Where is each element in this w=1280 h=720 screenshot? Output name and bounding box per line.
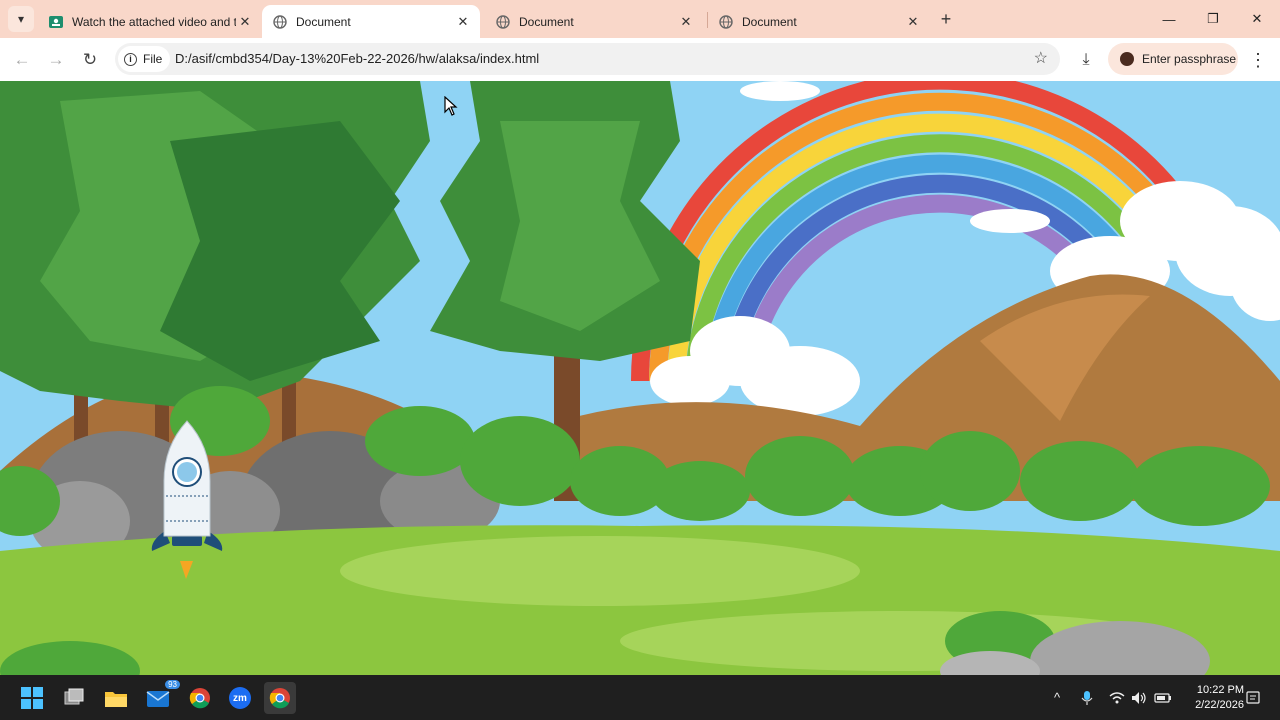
volume-icon[interactable] <box>1128 675 1150 720</box>
nature-scene-illustration <box>0 81 1280 675</box>
close-icon[interactable]: ✕ <box>904 13 922 31</box>
profile-button[interactable]: Enter passphrase <box>1108 43 1238 75</box>
browser-toolbar: ← → ↻ i File D:/asif/cmbd354/Day-13%20Fe… <box>0 38 1280 81</box>
globe-icon <box>272 14 288 30</box>
clock-time: 10:22 PM <box>1196 684 1244 696</box>
wifi-icon[interactable] <box>1106 675 1128 720</box>
tab-title: Document <box>296 14 351 29</box>
menu-button[interactable]: ⋮ <box>1244 46 1272 74</box>
window-close-button[interactable]: ✕ <box>1235 0 1279 38</box>
tab-document-2[interactable]: Document ✕ <box>485 5 703 38</box>
bookmark-star-icon[interactable]: ☆ <box>1034 43 1048 75</box>
globe-icon <box>495 14 511 30</box>
download-icon[interactable]: ⤓ <box>1072 46 1100 74</box>
tab-title: Watch the attached video and t <box>72 14 236 29</box>
close-icon[interactable]: ✕ <box>454 13 472 31</box>
mail-app-button[interactable]: 93 <box>142 680 180 714</box>
info-icon: i <box>124 52 137 66</box>
tab-document-active[interactable]: Document ✕ <box>262 5 480 38</box>
tab-document-3[interactable]: Document ✕ <box>708 5 930 38</box>
chrome-profile-button[interactable] <box>184 682 216 714</box>
tab-strip: ▾ Watch the attached video and t ✕ Docum… <box>0 0 1280 38</box>
page-content <box>0 81 1280 675</box>
mail-badge: 93 <box>165 680 180 689</box>
chrome-active-button[interactable] <box>264 682 296 714</box>
site-info-label: File <box>143 52 163 66</box>
battery-icon[interactable] <box>1152 675 1174 720</box>
classroom-icon <box>48 14 64 30</box>
folder-icon <box>105 692 127 707</box>
tab-title: Document <box>742 14 797 29</box>
globe-icon <box>718 14 734 30</box>
task-view-icon <box>64 688 84 705</box>
tab-watch-video[interactable]: Watch the attached video and t ✕ <box>38 5 262 38</box>
zoom-icon: zm <box>229 687 251 709</box>
clock-date: 2/22/2026 <box>1195 699 1244 711</box>
forward-button[interactable]: → <box>42 46 70 74</box>
windows-logo-icon <box>21 687 43 709</box>
system-clock[interactable]: 10:22 PM 2/22/2026 <box>1176 683 1244 713</box>
tray-overflow-button[interactable]: ^ <box>1046 675 1068 720</box>
task-view-button[interactable] <box>58 682 90 714</box>
url-text[interactable]: D:/asif/cmbd354/Day-13%20Feb-22-2026/hw/… <box>175 43 539 75</box>
chrome-icon <box>269 688 290 709</box>
mail-icon <box>146 691 170 707</box>
mouse-cursor-icon <box>444 96 458 116</box>
file-explorer-button[interactable] <box>100 682 132 714</box>
close-icon[interactable]: ✕ <box>236 13 254 31</box>
chrome-icon <box>189 688 210 709</box>
tab-title: Document <box>519 14 574 29</box>
profile-label: Enter passphrase <box>1142 52 1237 66</box>
tab-search-button[interactable]: ▾ <box>8 6 34 32</box>
grass-highlight <box>340 536 860 606</box>
avatar <box>1120 52 1134 66</box>
reload-button[interactable]: ↻ <box>76 46 104 74</box>
site-info-chip[interactable]: i File <box>118 46 171 72</box>
chevron-down-icon: ▾ <box>17 12 25 26</box>
minimize-button[interactable]: — <box>1147 0 1191 38</box>
back-button[interactable]: ← <box>8 46 36 74</box>
restore-button[interactable]: ❐ <box>1191 0 1235 38</box>
start-button[interactable] <box>16 682 48 714</box>
new-tab-button[interactable]: + <box>934 8 958 30</box>
close-icon[interactable]: ✕ <box>677 13 695 31</box>
address-bar[interactable]: i File D:/asif/cmbd354/Day-13%20Feb-22-2… <box>115 43 1060 75</box>
notification-icon[interactable] <box>1244 675 1262 720</box>
taskbar: 93 zm ^ 10:22 PM 2/22/2026 <box>0 675 1280 720</box>
zoom-app-button[interactable]: zm <box>224 682 256 714</box>
microphone-icon[interactable] <box>1076 675 1098 720</box>
